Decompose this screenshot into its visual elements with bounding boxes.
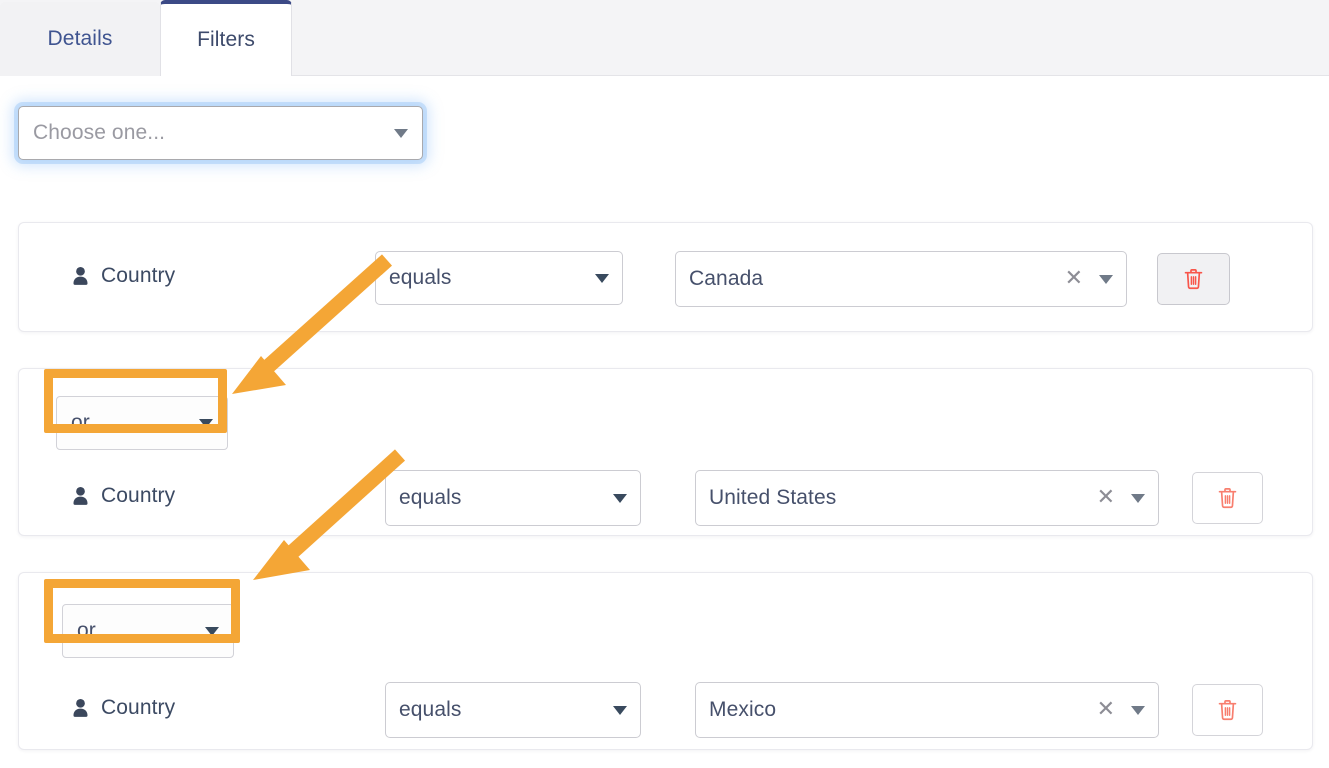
filter-delete-button[interactable] bbox=[1192, 472, 1263, 524]
tab-details[interactable]: Details bbox=[0, 2, 160, 76]
filter-field-label: Country bbox=[72, 484, 175, 508]
filter-operator-select[interactable]: or bbox=[62, 604, 234, 658]
filter-delete-button[interactable] bbox=[1157, 253, 1230, 305]
chevron-down-icon bbox=[613, 493, 627, 503]
trash-icon bbox=[1184, 269, 1203, 290]
filter-card: or Country equals Mexico ✕ bbox=[18, 572, 1313, 750]
close-icon[interactable]: ✕ bbox=[1097, 487, 1115, 509]
filter-comparator-value: equals bbox=[389, 266, 452, 289]
chevron-down-icon bbox=[613, 705, 627, 715]
chevron-down-icon bbox=[1099, 274, 1113, 284]
field-chooser-select[interactable]: Choose one... bbox=[18, 106, 423, 160]
chevron-down-icon bbox=[1131, 705, 1145, 715]
tab-details-label: Details bbox=[47, 27, 113, 50]
filter-operator-select[interactable]: or bbox=[56, 396, 228, 450]
filter-card: Country equals Canada ✕ bbox=[18, 222, 1313, 332]
chevron-down-icon bbox=[595, 273, 609, 283]
filter-card: or Country equals United States ✕ bbox=[18, 368, 1313, 536]
filter-value-text: Mexico bbox=[709, 698, 777, 721]
filter-value-select[interactable]: Mexico ✕ bbox=[695, 682, 1159, 738]
filter-field-label: Country bbox=[72, 264, 175, 288]
filter-comparator-select[interactable]: equals bbox=[375, 251, 623, 305]
filter-comparator-value: equals bbox=[399, 698, 462, 721]
filters-panel: Details Filters Choose one... Country eq… bbox=[0, 0, 1329, 768]
filter-delete-button[interactable] bbox=[1192, 684, 1263, 736]
filter-value-select[interactable]: Canada ✕ bbox=[675, 251, 1127, 307]
filter-value-text: United States bbox=[709, 486, 837, 509]
filter-field-name: Country bbox=[101, 484, 176, 507]
filter-field-name: Country bbox=[101, 264, 176, 287]
filter-operator-value: or bbox=[71, 411, 90, 434]
close-icon[interactable]: ✕ bbox=[1097, 699, 1115, 721]
field-chooser-placeholder: Choose one... bbox=[33, 121, 166, 144]
chevron-down-icon bbox=[1131, 493, 1145, 503]
field-chooser-wrapper: Choose one... bbox=[18, 106, 423, 160]
filter-value-text: Canada bbox=[689, 267, 764, 290]
tab-filters[interactable]: Filters bbox=[160, 0, 292, 76]
tab-filters-label: Filters bbox=[197, 28, 255, 51]
person-icon bbox=[73, 266, 88, 285]
filter-field-label: Country bbox=[72, 696, 175, 720]
person-icon bbox=[73, 698, 88, 717]
filter-comparator-select[interactable]: equals bbox=[385, 682, 641, 738]
filters-content: Choose one... Country equals Canada ✕ or… bbox=[0, 76, 1329, 768]
filter-comparator-value: equals bbox=[399, 486, 462, 509]
filter-operator-value: or bbox=[77, 619, 96, 642]
trash-icon bbox=[1218, 488, 1237, 509]
person-icon bbox=[73, 486, 88, 505]
chevron-down-icon bbox=[199, 418, 213, 428]
close-icon[interactable]: ✕ bbox=[1065, 268, 1083, 290]
trash-icon bbox=[1218, 700, 1237, 721]
chevron-down-icon bbox=[394, 128, 408, 138]
chevron-down-icon bbox=[205, 626, 219, 636]
filter-comparator-select[interactable]: equals bbox=[385, 470, 641, 526]
filter-field-name: Country bbox=[101, 696, 176, 719]
filter-value-select[interactable]: United States ✕ bbox=[695, 470, 1159, 526]
tab-bar: Details Filters bbox=[0, 0, 1329, 76]
